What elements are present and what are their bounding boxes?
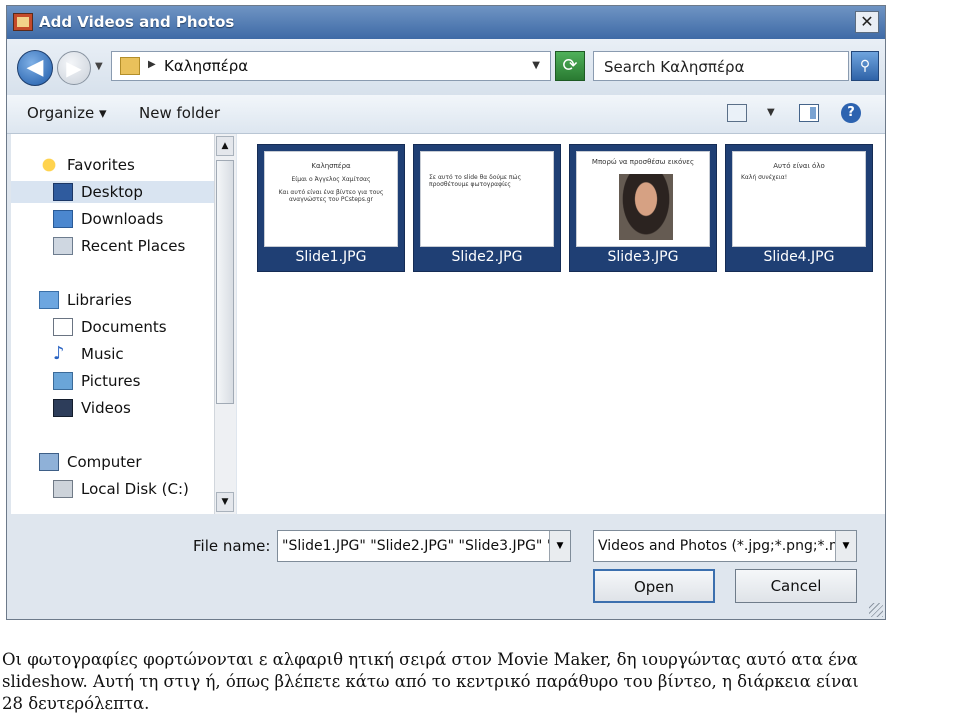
file-list: Καλησπέρα Είμαι ο Άγγελος Χαμίτσας Και α… [237,134,885,514]
chevron-right-icon[interactable]: ▶ [148,59,156,70]
scroll-down-arrow-icon[interactable]: ▼ [216,492,234,512]
downloads-icon [53,210,73,228]
file-name-label: Slide3.JPG [607,249,679,265]
preview-pane-icon[interactable] [799,104,819,122]
file-name-label: Slide2.JPG [451,249,523,265]
libraries-icon [39,291,59,309]
file-type-value[interactable]: Videos and Photos (*.jpg;*.png;*.mp4) [598,538,856,554]
sidebar-item-local-disk-c[interactable]: Local Disk (C:) [53,478,213,500]
sidebar-item-libraries[interactable]: Libraries [39,289,209,311]
star-icon [39,156,59,174]
file-item-slide1[interactable]: Καλησπέρα Είμαι ο Άγγελος Χαμίτσας Και α… [257,144,405,272]
sidebar-item-desktop[interactable]: Desktop [11,181,217,203]
file-name-value[interactable]: "Slide1.JPG" "Slide2.JPG" "Slide3.JPG" "… [282,538,570,554]
recent-pages-dropdown-icon[interactable]: ▼ [95,61,103,72]
recent-places-icon [53,237,73,255]
change-view-icon[interactable] [727,104,747,122]
computer-icon [39,453,59,471]
sidebar-item-label: Documents [81,318,167,336]
path-folder-name[interactable]: Καλησπέρα [164,57,248,75]
file-item-slide2[interactable]: Σε αυτό το slide θα δούμε πώς προσθέτουμ… [413,144,561,272]
search-placeholder: Search Καλησπέρα [604,58,745,76]
dialog-title: Add Videos and Photos [39,13,235,31]
sidebar-item-videos[interactable]: Videos [53,397,213,419]
caption-line: Οι φωτογραφίες φορτώνονται ε αλφαριθ ητι… [2,650,858,669]
sidebar-item-documents[interactable]: Documents [53,316,213,338]
file-name-label: Slide1.JPG [295,249,367,265]
file-type-select[interactable]: Videos and Photos (*.jpg;*.png;*.mp4) ▼ [593,530,857,562]
title-bar[interactable]: Add Videos and Photos ✕ [7,6,885,39]
file-name-input[interactable]: "Slide1.JPG" "Slide2.JPG" "Slide3.JPG" "… [277,530,571,562]
resize-grip-icon[interactable] [869,603,883,617]
sidebar-item-label: Computer [67,453,142,471]
file-name-label: Slide4.JPG [763,249,835,265]
caption-line: slideshow. Αυτή τη στιγ ή, όπως βλέπετε … [2,672,859,691]
new-folder-button[interactable]: New folder [139,104,220,122]
close-button[interactable]: ✕ [855,11,879,33]
sidebar-item-downloads[interactable]: Downloads [53,208,213,230]
back-button[interactable]: ◀ [17,50,53,86]
file-item-slide4[interactable]: Αυτό είναι όλο Καλή συνέχεια! Slide4.JPG [725,144,873,272]
path-dropdown-icon[interactable]: ▼ [532,60,540,71]
caption-line: 28 δευτερόλεπτα. [2,694,150,713]
caption-text: Οι φωτογραφίες φορτώνονται ε αλφαριθ ητι… [2,649,957,715]
videos-icon [53,399,73,417]
sidebar-item-recent-places[interactable]: Recent Places [53,235,213,257]
folder-icon [120,57,140,75]
path-breadcrumb[interactable]: ▶ Καλησπέρα ▼ [111,51,551,81]
sidebar-item-label: Favorites [67,156,135,174]
portrait-photo [619,174,673,240]
pictures-icon [53,372,73,390]
scrollbar-thumb[interactable] [216,160,234,404]
file-type-dropdown-icon[interactable]: ▼ [835,531,856,561]
file-name-dropdown-icon[interactable]: ▼ [549,531,570,561]
sidebar-item-label: Music [81,345,124,363]
music-icon: ♪ [53,343,65,364]
help-icon[interactable]: ? [841,103,861,123]
sidebar-item-label: Recent Places [81,237,186,255]
documents-icon [53,318,73,336]
scroll-up-arrow-icon[interactable]: ▲ [216,136,234,156]
file-item-slide3[interactable]: Μπορώ να προσθέσω εικόνες Slide3.JPG [569,144,717,272]
sidebar-item-music[interactable]: ♪ Music [53,343,213,365]
forward-button[interactable]: ▶ [57,51,91,85]
movie-maker-icon [13,13,33,31]
sidebar-item-computer[interactable]: Computer [39,451,209,473]
slide-thumbnail: Μπορώ να προσθέσω εικόνες [576,151,710,247]
sidebar-item-label: Desktop [81,183,143,201]
search-input[interactable]: Search Καλησπέρα [593,51,849,81]
sidebar-item-favorites[interactable]: Favorites [39,154,209,176]
search-icon[interactable]: ⚲ [851,51,879,81]
desktop-icon [53,183,73,201]
view-dropdown-icon[interactable]: ▼ [767,107,775,118]
sidebar-scrollbar[interactable]: ▲ ▼ [214,134,236,514]
refresh-button[interactable]: ⟳ [555,51,585,81]
sidebar-item-label: Libraries [67,291,132,309]
slide-thumbnail: Αυτό είναι όλο Καλή συνέχεια! [732,151,866,247]
add-videos-photos-dialog: Add Videos and Photos ✕ ◀ ▶ ▼ ▶ Καλησπέρ… [6,5,886,620]
sidebar-item-label: Pictures [81,372,141,390]
organize-button[interactable]: Organize ▾ [27,104,107,122]
sidebar-item-label: Local Disk (C:) [81,480,189,498]
sidebar-item-label: Videos [81,399,131,417]
sidebar-item-pictures[interactable]: Pictures [53,370,213,392]
open-button[interactable]: Open [593,569,715,603]
address-bar: ◀ ▶ ▼ ▶ Καλησπέρα ▼ ⟳ Search Καλησπέρα ⚲ [7,39,885,95]
sidebar-item-label: Downloads [81,210,164,228]
command-toolbar: Organize ▾ New folder ▼ ? [7,95,885,134]
slide-thumbnail: Σε αυτό το slide θα δούμε πώς προσθέτουμ… [420,151,554,247]
file-name-label: File name: [193,537,271,555]
cancel-button[interactable]: Cancel [735,569,857,603]
disk-icon [53,480,73,498]
dialog-footer: File name: "Slide1.JPG" "Slide2.JPG" "Sl… [7,514,885,619]
navigation-pane: Favorites Desktop Downloads Recent Place… [11,134,235,514]
slide-thumbnail: Καλησπέρα Είμαι ο Άγγελος Χαμίτσας Και α… [264,151,398,247]
